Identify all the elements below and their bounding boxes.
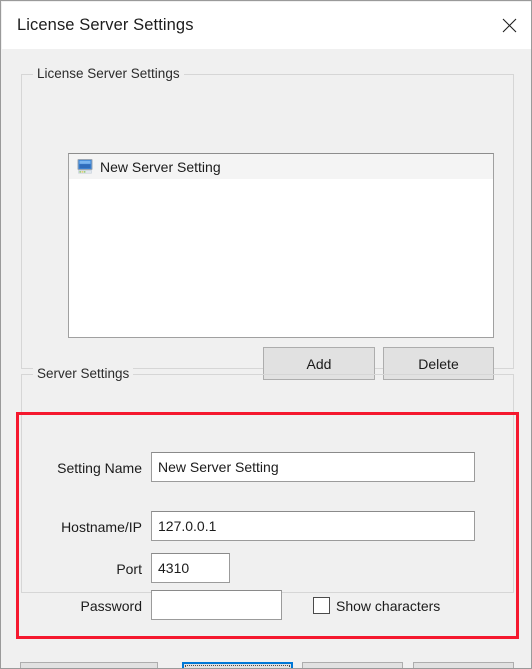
apply-button[interactable]: Apply	[413, 662, 514, 668]
license-group-legend: License Server Settings	[33, 66, 184, 81]
password-input[interactable]	[151, 590, 282, 620]
password-label: Password	[80, 598, 142, 614]
close-icon[interactable]	[486, 2, 531, 49]
license-server-settings-dialog: License Server Settings License Server S…	[0, 0, 532, 669]
setting-name-label: Setting Name	[57, 460, 142, 476]
connection-test-button[interactable]: Connection test	[20, 662, 158, 668]
window-title: License Server Settings	[17, 16, 194, 34]
setting-name-input[interactable]	[151, 452, 475, 482]
computer-icon	[76, 158, 94, 175]
show-characters-label: Show characters	[336, 597, 441, 614]
add-button-label: Add	[306, 355, 332, 372]
list-item[interactable]: New Server Setting	[69, 154, 493, 179]
hostname-ip-label: Hostname/IP	[61, 519, 142, 535]
hostname-ip-input[interactable]	[151, 511, 475, 541]
title-bar: License Server Settings	[2, 2, 531, 49]
checkbox-box-icon	[313, 597, 330, 614]
list-item-label: New Server Setting	[100, 158, 221, 175]
ok-button[interactable]: OK	[182, 662, 293, 668]
delete-button-label: Delete	[418, 355, 459, 372]
port-label: Port	[116, 561, 142, 577]
dialog-body: License Server Settings New Server Setti…	[2, 49, 531, 668]
show-characters-checkbox[interactable]: Show characters	[313, 597, 440, 614]
server-group-legend: Server Settings	[33, 366, 134, 381]
cancel-button[interactable]: Cancel	[302, 662, 403, 668]
focus-rectangle	[185, 665, 290, 668]
port-input[interactable]	[151, 553, 230, 583]
server-settings-list[interactable]: New Server Setting	[68, 153, 494, 338]
